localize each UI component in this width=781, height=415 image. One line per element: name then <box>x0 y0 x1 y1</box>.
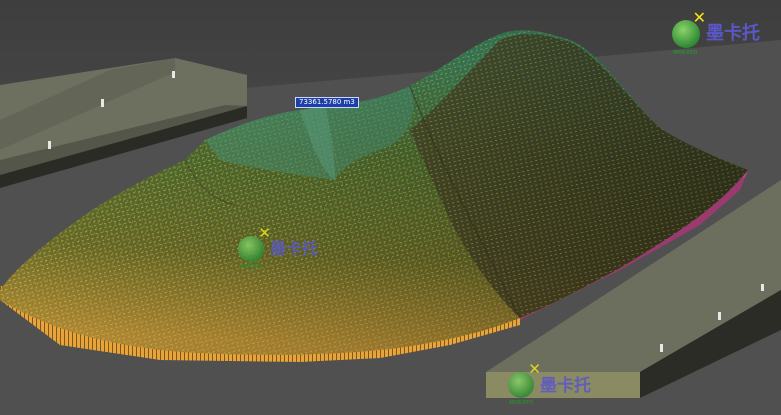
watermark-brand-text: 墨卡托 <box>540 375 591 396</box>
globe-logo-icon: ✕ MOKATO <box>672 8 706 56</box>
watermark-brand-text: 墨卡托 <box>270 239 319 258</box>
globe-logo-icon: ✕ MOKATO <box>238 224 271 270</box>
watermark-logo-top: ✕ MOKATO 墨卡托 <box>672 8 760 56</box>
watermark-brand-text: 墨卡托 <box>706 23 760 44</box>
volume-measurement-label: 73361.5780 m3 <box>295 97 359 108</box>
watermark-logo-center: ✕ MOKATO 墨卡托 <box>238 224 319 270</box>
watermark-logo-bottom: ✕ MOKATO 墨卡托 <box>508 360 591 406</box>
globe-logo-icon: ✕ MOKATO <box>508 360 541 406</box>
3d-viewport[interactable] <box>0 0 781 415</box>
